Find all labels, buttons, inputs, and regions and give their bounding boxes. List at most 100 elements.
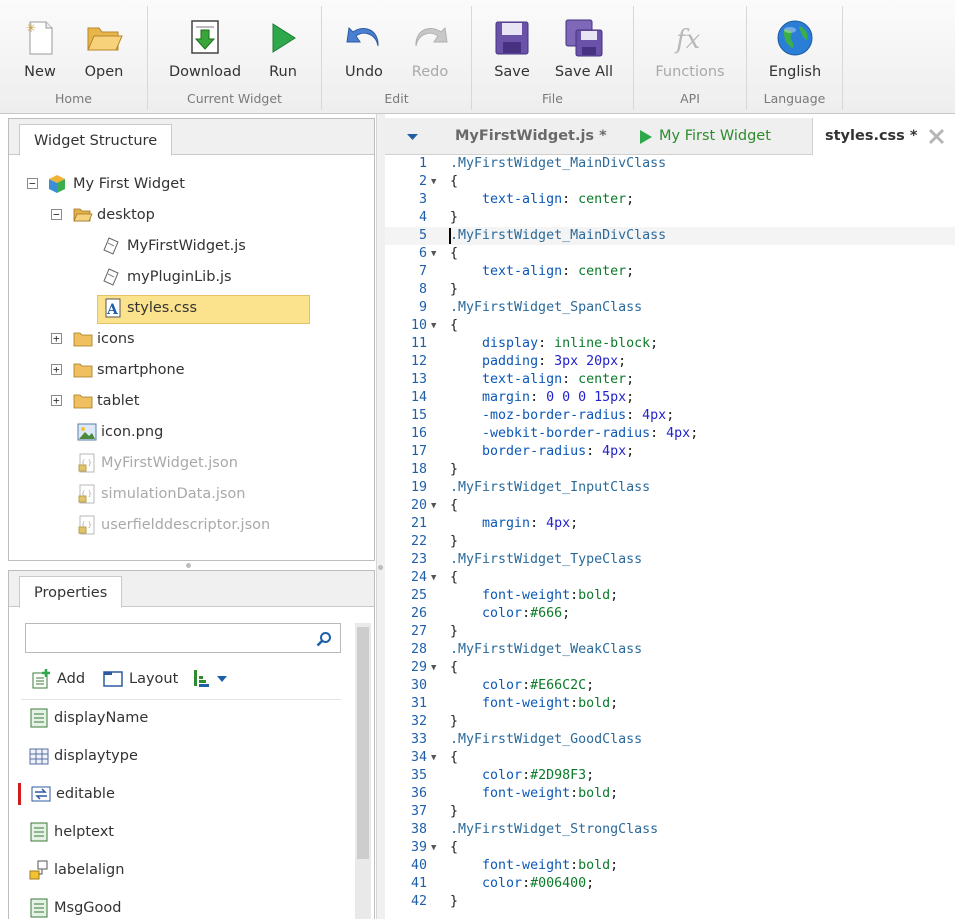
code-line[interactable]: 12 padding: 3px 20px;	[385, 353, 955, 371]
tab-styles-css[interactable]: styles.css *	[812, 118, 955, 155]
code-line[interactable]: 5 .MyFirstWidget_MainDivClass	[385, 227, 955, 245]
code-line[interactable]: 37}	[385, 803, 955, 821]
language-button[interactable]: English	[760, 14, 830, 84]
code-text: .MyFirstWidget_MainDivClass	[450, 228, 667, 243]
code-line[interactable]: 38 .MyFirstWidget_StrongClass	[385, 821, 955, 839]
code-text: {	[450, 660, 459, 675]
functions-button[interactable]: fx Functions	[655, 14, 725, 84]
fold-toggle-icon[interactable]: ▼	[431, 497, 436, 515]
ribbon-group-edit: Undo Redo Edit	[322, 6, 472, 110]
fold-toggle-icon[interactable]: ▼	[431, 317, 436, 335]
code-line[interactable]: 18}	[385, 461, 955, 479]
code-line[interactable]: 27}	[385, 623, 955, 641]
tab-properties[interactable]: Properties	[19, 576, 123, 608]
fold-toggle-icon[interactable]: ▼	[431, 749, 436, 767]
collapse-toggle[interactable]: −	[51, 209, 62, 220]
vertical-splitter-grip[interactable]	[378, 565, 383, 570]
line-number: 28	[410, 642, 427, 657]
code-line[interactable]: 28 .MyFirstWidget_WeakClass	[385, 641, 955, 659]
sort-order-icon	[194, 670, 209, 687]
code-line[interactable]: 23 .MyFirstWidget_TypeClass	[385, 551, 955, 569]
properties-scrollbar[interactable]	[355, 623, 371, 919]
download-button[interactable]: Download	[169, 14, 241, 84]
code-line[interactable]: 3 text-align: center;	[385, 191, 955, 209]
collapse-toggle[interactable]: −	[27, 178, 38, 189]
expand-toggle[interactable]: +	[51, 364, 62, 375]
code-line[interactable]: 26 color:#666;	[385, 605, 955, 623]
fold-toggle-icon[interactable]: ▼	[431, 569, 436, 587]
open-button[interactable]: Open	[69, 14, 139, 84]
svg-text:✳: ✳	[26, 21, 36, 35]
search-icon[interactable]	[316, 631, 332, 647]
save-button[interactable]: Save	[477, 14, 547, 84]
expand-toggle[interactable]: +	[51, 333, 62, 344]
locked-json-file-icon: { }	[78, 484, 95, 504]
code-line[interactable]: 36 font-weight:bold;	[385, 785, 955, 803]
code-line[interactable]: 14 margin: 0 0 0 15px;	[385, 389, 955, 407]
save-all-label: Save All	[554, 64, 614, 80]
tab-list-chevron-down-icon[interactable]	[407, 134, 418, 141]
script-file-icon	[103, 268, 119, 286]
code-line[interactable]: 16 -webkit-border-radius: 4px;	[385, 425, 955, 443]
code-line[interactable]: 33 .MyFirstWidget_GoodClass	[385, 731, 955, 749]
horizontal-splitter-grip[interactable]	[186, 563, 191, 568]
code-line[interactable]: 24 ▼ {	[385, 569, 955, 587]
code-line[interactable]: 22}	[385, 533, 955, 551]
run-button[interactable]: Run	[248, 14, 318, 84]
code-line[interactable]: 6 ▼ {	[385, 245, 955, 263]
code-line[interactable]: 32}	[385, 713, 955, 731]
save-all-button[interactable]: Save All	[549, 14, 619, 84]
code-text: {	[450, 498, 459, 513]
property-search-input[interactable]	[26, 624, 306, 652]
fold-toggle-icon[interactable]: ▼	[431, 245, 436, 263]
code-line[interactable]: 31 font-weight:bold;	[385, 695, 955, 713]
code-line[interactable]: 17 border-radius: 4px;	[385, 443, 955, 461]
code-line[interactable]: 41 color:#006400;	[385, 875, 955, 893]
code-line[interactable]: 19 .MyFirstWidget_InputClass	[385, 479, 955, 497]
code-line[interactable]: 10 ▼ {	[385, 317, 955, 335]
fold-toggle-icon[interactable]: ▼	[431, 839, 436, 857]
code-line[interactable]: 35 color:#2D98F3;	[385, 767, 955, 785]
property-label: labelalign	[54, 862, 125, 878]
tab-myfirstwidget-js[interactable]: MyFirstWidget.js *	[455, 118, 607, 155]
fold-toggle-icon[interactable]: ▼	[431, 659, 436, 677]
line-number: 17	[410, 444, 427, 459]
code-line[interactable]: 9 .MyFirstWidget_SpanClass	[385, 299, 955, 317]
code-line[interactable]: 8}	[385, 281, 955, 299]
code-line[interactable]: 15 -moz-border-radius: 4px;	[385, 407, 955, 425]
code-line[interactable]: 25 font-weight:bold;	[385, 587, 955, 605]
properties-panel: Properties Add Layout displayName displa…	[8, 570, 375, 919]
code-editor[interactable]: 1 .MyFirstWidget_MainDivClass 2 ▼ {3 text-al…	[385, 155, 955, 919]
close-icon[interactable]	[928, 128, 945, 145]
code-line[interactable]: 7 text-align: center;	[385, 263, 955, 281]
code-line[interactable]: 1 .MyFirstWidget_MainDivClass	[385, 155, 955, 173]
code-line[interactable]: 11 display: inline-block;	[385, 335, 955, 353]
code-line[interactable]: 20 ▼ {	[385, 497, 955, 515]
code-text: }	[450, 282, 459, 297]
code-line[interactable]: 40 font-weight:bold;	[385, 857, 955, 875]
redo-button[interactable]: Redo	[395, 14, 465, 84]
line-number: 32	[410, 714, 427, 729]
code-line[interactable]: 2 ▼ {	[385, 173, 955, 191]
code-line[interactable]: 30 color:#E66C2C;	[385, 677, 955, 695]
sort-dropdown-button[interactable]	[191, 667, 231, 691]
code-line[interactable]: 21 margin: 4px;	[385, 515, 955, 533]
tab-widget-structure[interactable]: Widget Structure	[19, 124, 173, 156]
code-line[interactable]: 39 ▼ {	[385, 839, 955, 857]
code-line[interactable]: 4}	[385, 209, 955, 227]
code-line[interactable]: 34 ▼ {	[385, 749, 955, 767]
save-all-icon	[565, 19, 603, 57]
line-number: 13	[410, 372, 427, 387]
code-text: {	[450, 570, 459, 585]
fold-toggle-icon[interactable]: ▼	[431, 173, 436, 191]
tab-my-first-widget-preview[interactable]: My First Widget	[639, 118, 771, 155]
line-number: 37	[410, 804, 427, 819]
code-line[interactable]: 13 text-align: center;	[385, 371, 955, 389]
code-text: .MyFirstWidget_InputClass	[450, 480, 651, 495]
properties-scrollbar-thumb[interactable]	[357, 627, 369, 859]
expand-toggle[interactable]: +	[51, 395, 62, 406]
code-line[interactable]: 42}	[385, 893, 955, 911]
vertical-splitter[interactable]	[376, 114, 385, 919]
code-line[interactable]: 29 ▼ {	[385, 659, 955, 677]
code-text: {	[450, 246, 459, 261]
